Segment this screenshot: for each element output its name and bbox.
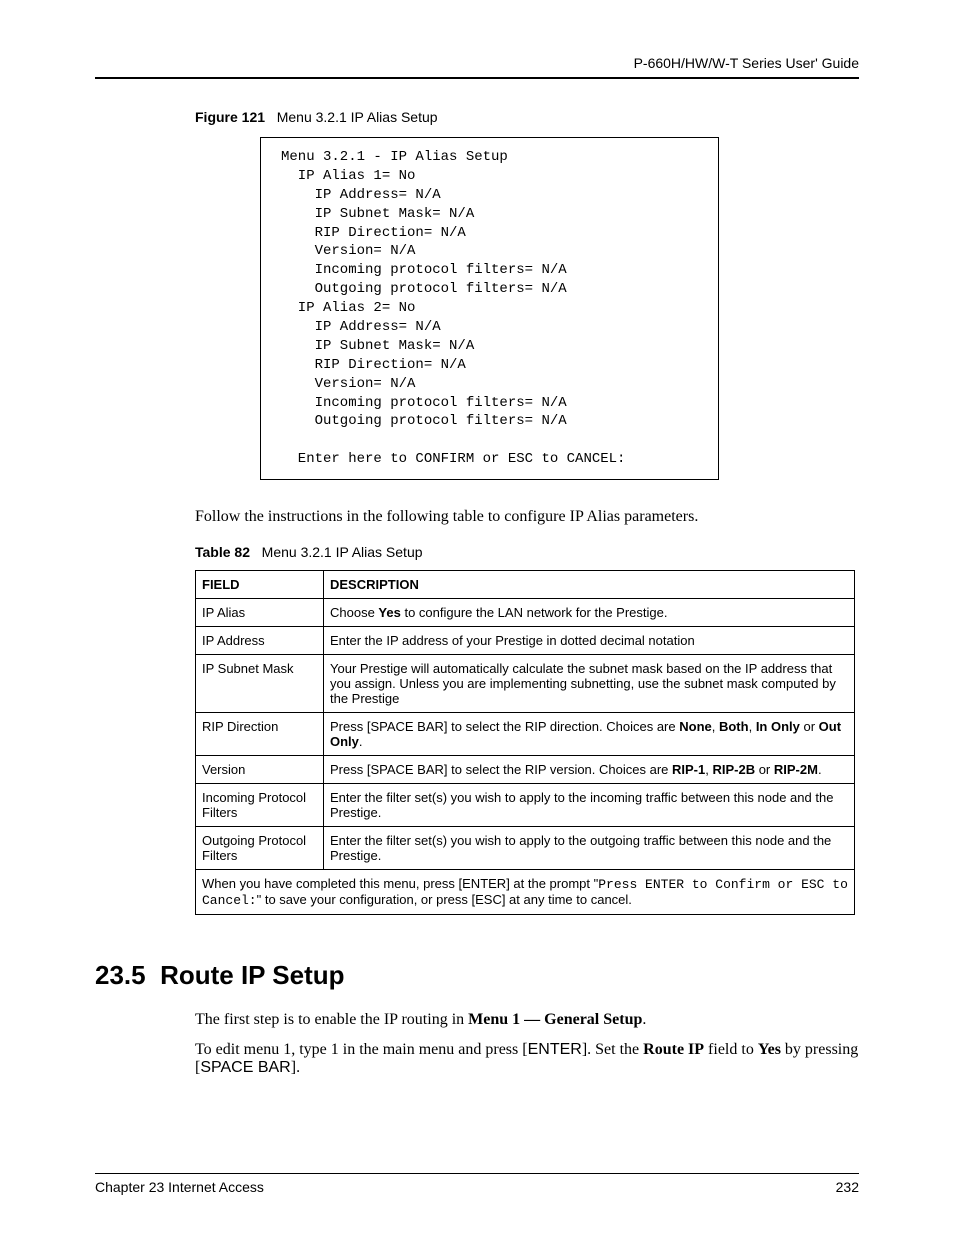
document-page: P-660H/HW/W-T Series User' Guide Figure … [0,0,954,1235]
field-cell: Outgoing Protocol Filters [196,827,324,870]
section-heading: 23.5 Route IP Setup [95,960,859,991]
col-description: DESCRIPTION [324,571,855,599]
header-rule [95,77,859,79]
table-row: Version Press [SPACE BAR] to select the … [196,756,855,784]
table-caption: Table 82 Menu 3.2.1 IP Alias Setup [195,544,859,560]
parameter-table: FIELD DESCRIPTION IP Alias Choose Yes to… [195,570,855,915]
table-header-row: FIELD DESCRIPTION [196,571,855,599]
table-title: Menu 3.2.1 IP Alias Setup [262,544,423,560]
field-cell: IP Subnet Mask [196,655,324,713]
section-number: 23.5 [95,960,146,990]
table-label: Table 82 [195,544,250,560]
desc-cell: Enter the filter set(s) you wish to appl… [324,784,855,827]
table-row: Incoming Protocol Filters Enter the filt… [196,784,855,827]
section-paragraph: The first step is to enable the IP routi… [195,1011,859,1029]
table-footer-row: When you have completed this menu, press… [196,870,855,915]
desc-cell: Your Prestige will automatically calcula… [324,655,855,713]
section-paragraph: To edit menu 1, type 1 in the main menu … [195,1041,859,1077]
desc-cell: Press [SPACE BAR] to select the RIP dire… [324,713,855,756]
field-cell: IP Address [196,627,324,655]
table-footer-cell: When you have completed this menu, press… [196,870,855,915]
field-cell: Incoming Protocol Filters [196,784,324,827]
terminal-output: Menu 3.2.1 - IP Alias Setup IP Alias 1= … [260,137,719,480]
table-row: IP Subnet Mask Your Prestige will automa… [196,655,855,713]
desc-cell: Enter the IP address of your Prestige in… [324,627,855,655]
page-header: P-660H/HW/W-T Series User' Guide [95,55,859,77]
desc-cell: Enter the filter set(s) you wish to appl… [324,827,855,870]
field-cell: RIP Direction [196,713,324,756]
figure-label: Figure 121 [195,109,265,125]
section-title: Route IP Setup [160,960,344,990]
footer-chapter: Chapter 23 Internet Access [95,1179,264,1195]
desc-cell: Choose Yes to configure the LAN network … [324,599,855,627]
footer-page-number: 232 [836,1179,859,1195]
field-cell: Version [196,756,324,784]
field-cell: IP Alias [196,599,324,627]
desc-cell: Press [SPACE BAR] to select the RIP vers… [324,756,855,784]
table-row: IP Address Enter the IP address of your … [196,627,855,655]
page-footer: Chapter 23 Internet Access 232 [95,1173,859,1195]
table-row: IP Alias Choose Yes to configure the LAN… [196,599,855,627]
figure-caption: Figure 121 Menu 3.2.1 IP Alias Setup [195,109,859,125]
figure-title: Menu 3.2.1 IP Alias Setup [277,109,438,125]
col-field: FIELD [196,571,324,599]
intro-paragraph: Follow the instructions in the following… [195,508,859,526]
table-row: RIP Direction Press [SPACE BAR] to selec… [196,713,855,756]
table-row: Outgoing Protocol Filters Enter the filt… [196,827,855,870]
